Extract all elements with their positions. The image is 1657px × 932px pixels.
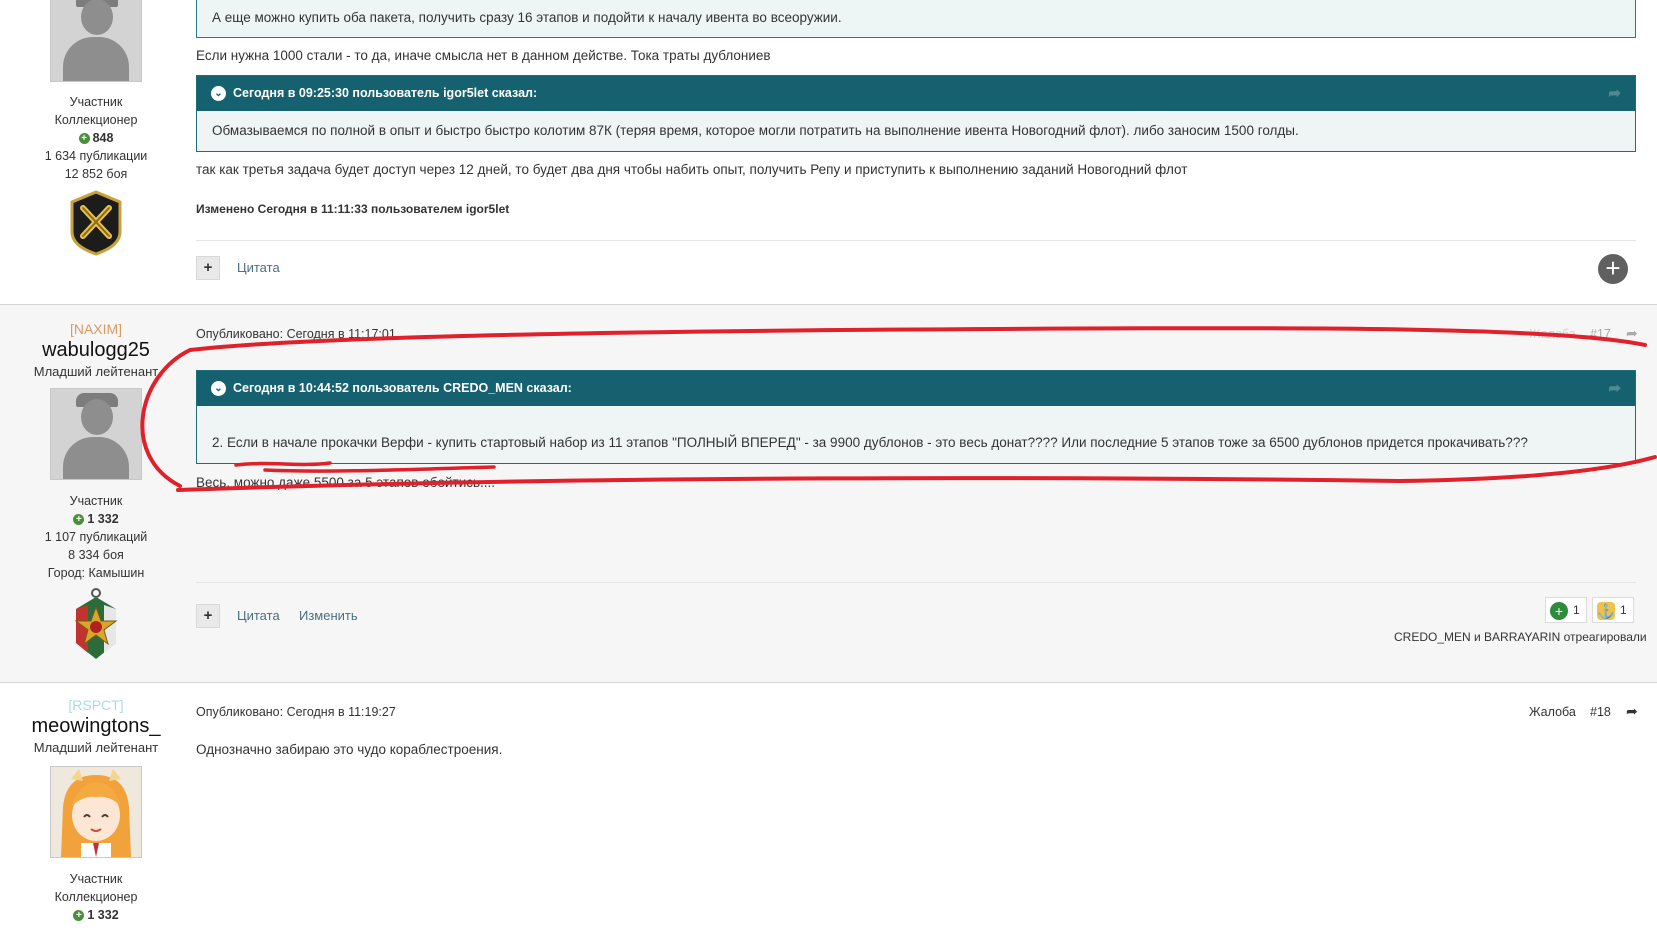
member-group: Участник	[69, 95, 123, 109]
quote-body: Обмазываемся по полной в опыт и быстро б…	[212, 123, 1299, 138]
author-rank: Младший лейтенант	[33, 740, 159, 755]
report-link[interactable]: Жалоба	[1529, 705, 1576, 719]
red-ellipse-annotation	[140, 326, 1657, 492]
reputation-plus-icon: +	[73, 910, 85, 922]
author-name[interactable]: meowingtons_	[0, 714, 192, 738]
reputation: +1 332	[0, 906, 192, 924]
edited-notice: Изменено Сегодня в 11:11:33 пользователе…	[196, 202, 510, 216]
post-author-panel: Участник Коллекционер +848 1 634 публика…	[0, 0, 192, 256]
avatar[interactable]	[50, 0, 142, 82]
crossed-guns-badge-icon	[70, 190, 122, 256]
post-text: так как третья задача будет доступ через…	[196, 162, 1188, 177]
multiquote-button[interactable]: +	[196, 256, 220, 280]
avatar[interactable]	[50, 766, 142, 858]
post-16: Участник Коллекционер +848 1 634 публика…	[0, 0, 1657, 304]
quote-text: А еще можно купить оба пакета, получить …	[212, 10, 842, 25]
post-text: Однозначно забираю это чудо кораблестрое…	[196, 742, 503, 757]
post-number[interactable]: #18	[1590, 705, 1611, 719]
quote-header[interactable]: ⌄ Сегодня в 09:25:30 пользователь igor5le…	[197, 76, 1635, 111]
member-title: Коллекционер	[54, 890, 138, 904]
post-18: [RSPCT] meowingtons_ Младший лейтенант У…	[0, 683, 1657, 932]
quote-block: ⌄ Сегодня в 09:25:30 пользователь igor5le…	[196, 75, 1636, 152]
member-group: Участник	[69, 872, 123, 886]
chevron-down-icon[interactable]: ⌄	[211, 86, 226, 102]
anime-girl-avatar-icon	[51, 767, 141, 857]
quote-link[interactable]: Цитата	[237, 260, 280, 275]
post-text: Если нужна 1000 стали - то да, иначе смы…	[196, 48, 771, 63]
post-17: [NAXIM] wabulogg25 Младший лейтенант Уча…	[0, 304, 1657, 683]
quote-block-continued: А еще можно купить оба пакета, получить …	[196, 0, 1636, 38]
add-reaction-button[interactable]: +	[1598, 254, 1628, 284]
clan-tag[interactable]: [RSPCT]	[0, 696, 192, 714]
battles-count: 12 852 боя	[64, 167, 128, 181]
share-icon[interactable]: ➦	[1626, 703, 1638, 720]
published-time: Опубликовано: Сегодня в 11:19:27	[196, 705, 396, 719]
publications-count: 1 634 публикации	[44, 149, 148, 163]
share-icon[interactable]: ➦	[1608, 76, 1621, 111]
reputation: +848	[0, 129, 192, 147]
post-author-panel: [RSPCT] meowingtons_ Младший лейтенант У…	[0, 696, 192, 924]
divider	[196, 240, 1636, 241]
reputation-plus-icon: +	[78, 133, 90, 145]
member-title: Коллекционер	[54, 113, 138, 127]
